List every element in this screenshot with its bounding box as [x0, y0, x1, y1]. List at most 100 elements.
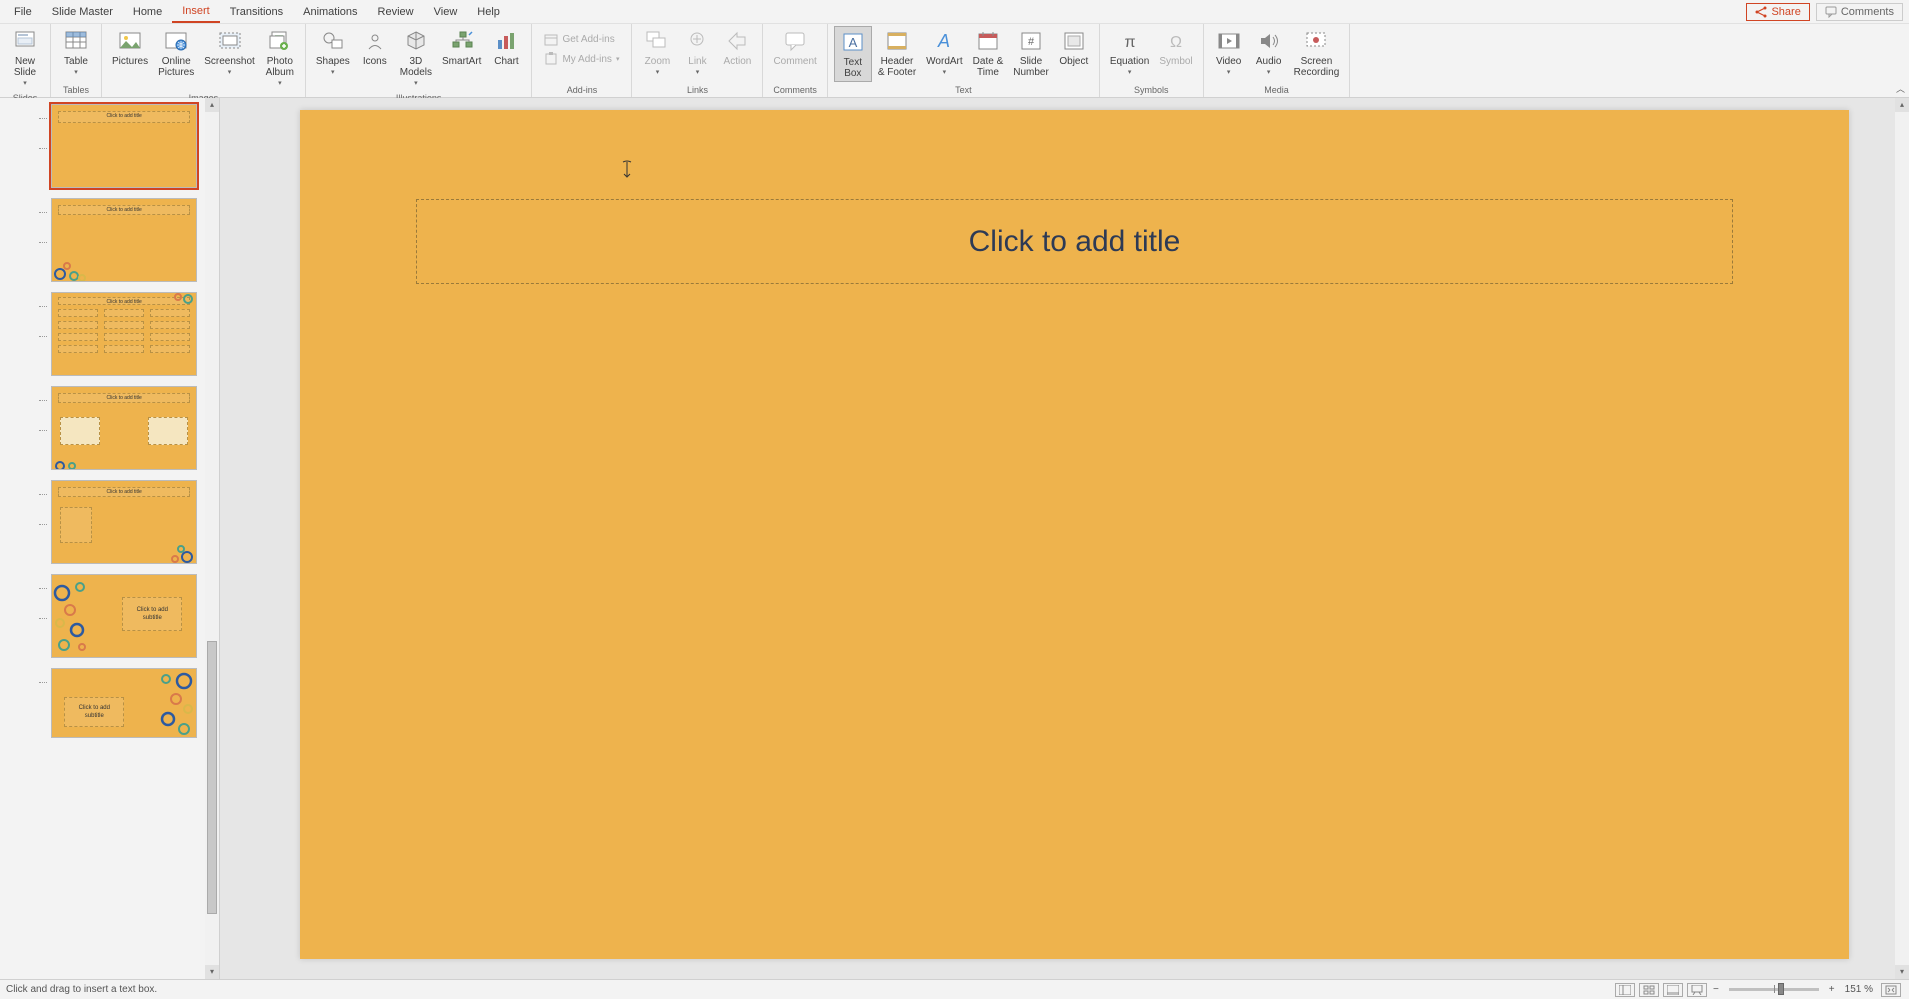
share-button[interactable]: Share	[1746, 3, 1809, 21]
editor-scrollbar[interactable]: ▴ ▾	[1895, 98, 1909, 979]
screen-recording-button[interactable]: Screen Recording	[1290, 26, 1344, 80]
3d-models-button[interactable]: 3D Models	[396, 26, 436, 91]
thumb-scrollbar[interactable]: ▴ ▾	[205, 98, 219, 979]
header-footer-button[interactable]: Header & Footer	[874, 26, 920, 80]
workspace: Click to add title Click to add title Cl…	[0, 98, 1909, 979]
comment-button[interactable]: Comment	[769, 26, 820, 69]
text-box-label: Text Box	[844, 57, 862, 79]
audio-icon	[1256, 28, 1282, 54]
group-links: Zoom Link Action Links	[632, 24, 763, 97]
group-media-label: Media	[1264, 83, 1289, 95]
scroll-thumb[interactable]	[207, 641, 217, 914]
slide-thumb-6[interactable]: Click to add subtitle	[51, 574, 197, 658]
reading-view-button[interactable]	[1663, 983, 1683, 997]
slideshow-view-button[interactable]	[1687, 983, 1707, 997]
date-time-button[interactable]: Date & Time	[969, 26, 1008, 80]
online-pictures-button[interactable]: Online Pictures	[154, 26, 198, 80]
link-label: Link	[688, 56, 706, 67]
recording-icon	[1303, 28, 1329, 54]
equation-icon: π	[1117, 28, 1143, 54]
tab-transitions[interactable]: Transitions	[220, 2, 293, 22]
text-box-button[interactable]: A Text Box	[834, 26, 872, 82]
group-illustrations: Shapes Icons 3D Models SmartArt Chart Il…	[306, 24, 533, 97]
group-text-label: Text	[955, 83, 972, 95]
fit-window-button[interactable]	[1881, 983, 1901, 997]
wordart-button[interactable]: A WordArt	[922, 26, 967, 80]
svg-text:π: π	[1124, 34, 1135, 51]
object-icon	[1061, 28, 1087, 54]
wordart-label: WordArt	[926, 56, 963, 67]
photo-album-button[interactable]: Photo Album	[261, 26, 299, 91]
link-button[interactable]: Link	[678, 26, 716, 80]
svg-text:A: A	[937, 31, 950, 51]
chart-button[interactable]: Chart	[487, 26, 525, 69]
slide-number-button[interactable]: # Slide Number	[1009, 26, 1053, 80]
icons-button[interactable]: Icons	[356, 26, 394, 69]
slide-editor[interactable]: Click to add title ▴ ▾	[220, 98, 1909, 979]
editor-scroll-up-button[interactable]: ▴	[1895, 98, 1909, 112]
tab-slide-master[interactable]: Slide Master	[42, 2, 123, 22]
tab-animations[interactable]: Animations	[293, 2, 367, 22]
sorter-view-button[interactable]	[1639, 983, 1659, 997]
group-slides: New Slide Slides	[0, 24, 51, 97]
ribbon-collapse-button[interactable]: ︿	[1896, 82, 1905, 95]
slide-thumb-2[interactable]: Click to add title	[51, 198, 197, 282]
zoom-in-button[interactable]: +	[1829, 984, 1835, 995]
my-addins-button[interactable]: My Add-ins ▾	[542, 50, 621, 68]
zoom-level[interactable]: 151 %	[1845, 984, 1873, 995]
pictures-button[interactable]: Pictures	[108, 26, 152, 69]
action-icon	[724, 28, 750, 54]
thumbnail-list[interactable]: Click to add title Click to add title Cl…	[0, 98, 205, 979]
shapes-label: Shapes	[316, 56, 350, 67]
equation-button[interactable]: π Equation	[1106, 26, 1153, 80]
tab-help[interactable]: Help	[467, 2, 510, 22]
normal-view-button[interactable]	[1615, 983, 1635, 997]
shapes-button[interactable]: Shapes	[312, 26, 354, 80]
header-footer-icon	[884, 28, 910, 54]
comments-button[interactable]: Comments	[1816, 3, 1903, 21]
tab-insert[interactable]: Insert	[172, 1, 220, 23]
slide-thumb-5[interactable]: Click to add title	[51, 480, 197, 564]
table-icon	[63, 28, 89, 54]
smartart-label: SmartArt	[442, 56, 481, 67]
editor-scroll-down-button[interactable]: ▾	[1895, 965, 1909, 979]
slide-thumb-1[interactable]: Click to add title	[51, 104, 197, 188]
smartart-button[interactable]: SmartArt	[438, 26, 485, 69]
new-slide-label: New Slide	[14, 56, 36, 78]
zoom-out-button[interactable]: −	[1713, 984, 1719, 995]
scroll-up-button[interactable]: ▴	[205, 98, 219, 112]
scroll-down-button[interactable]: ▾	[205, 965, 219, 979]
tab-file[interactable]: File	[4, 2, 42, 22]
slide-canvas[interactable]: Click to add title	[300, 110, 1849, 959]
symbol-button[interactable]: Ω Symbol	[1155, 26, 1196, 69]
slide-thumb-4[interactable]: Click to add title	[51, 386, 197, 470]
screenshot-label: Screenshot	[204, 56, 255, 67]
zoom-slider-thumb[interactable]	[1778, 983, 1784, 995]
audio-button[interactable]: Audio	[1250, 26, 1288, 80]
action-button[interactable]: Action	[718, 26, 756, 69]
zoom-slider[interactable]	[1729, 988, 1819, 991]
tab-review[interactable]: Review	[368, 2, 424, 22]
tab-home[interactable]: Home	[123, 2, 172, 22]
slide-thumb-7[interactable]: Click to add subtitle	[51, 668, 197, 738]
icons-icon	[362, 28, 388, 54]
video-button[interactable]: Video	[1210, 26, 1248, 80]
zoom-button[interactable]: Zoom	[638, 26, 676, 80]
get-addins-button[interactable]: Get Add-ins	[542, 30, 621, 48]
screen-recording-label: Screen Recording	[1294, 56, 1340, 78]
link-icon	[684, 28, 710, 54]
decor-circles-icon	[166, 293, 196, 313]
tab-view[interactable]: View	[424, 2, 468, 22]
slide-thumbnail-panel: Click to add title Click to add title Cl…	[0, 98, 220, 979]
table-button[interactable]: Table	[57, 26, 95, 80]
slide-thumb-3[interactable]: Click to add title	[51, 292, 197, 376]
new-slide-button[interactable]: New Slide	[6, 26, 44, 91]
object-button[interactable]: Object	[1055, 26, 1093, 69]
comments-label: Comments	[1841, 6, 1894, 18]
title-placeholder[interactable]: Click to add title	[416, 199, 1733, 284]
3d-models-label: 3D Models	[400, 56, 432, 78]
photo-album-icon	[267, 28, 293, 54]
photo-album-label: Photo Album	[266, 56, 294, 78]
screenshot-button[interactable]: Screenshot	[200, 26, 259, 80]
table-label: Table	[64, 56, 88, 67]
